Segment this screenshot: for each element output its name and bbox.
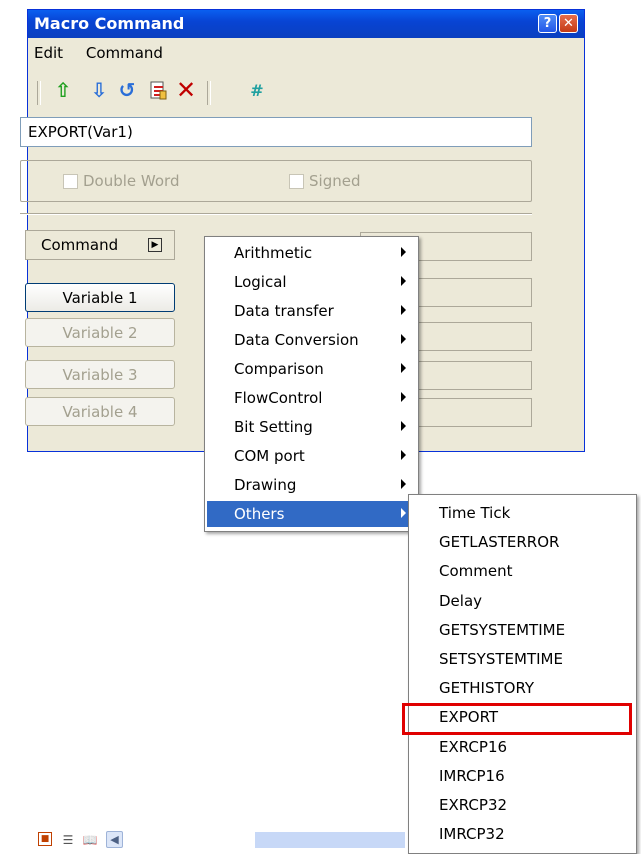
title-bar[interactable]: Macro Command ? ✕ <box>28 10 584 38</box>
window-title: Macro Command <box>34 14 185 33</box>
move-up-icon[interactable]: ⇧ <box>53 78 73 102</box>
submenu-item-label: SETSYSTEMTIME <box>439 650 563 668</box>
submenu-item-getsystemtime[interactable]: GETSYSTEMTIME <box>411 616 634 643</box>
triangle-right-icon: ▶ <box>151 240 159 250</box>
menu-item-label: Logical <box>234 273 287 291</box>
menu-item-bit-setting[interactable]: Bit Setting <box>207 414 416 440</box>
menu-item-label: Comparison <box>234 360 324 378</box>
export-highlight-box <box>402 703 632 735</box>
submenu-item-label: GETSYSTEMTIME <box>439 620 566 639</box>
others-submenu: Time Tick GETLASTERROR Comment Delay GETSYST… <box>408 494 637 854</box>
submenu-item-imrcp16[interactable]: IMRCP16 <box>411 762 634 789</box>
menu-item-label: Data transfer <box>234 302 334 320</box>
submenu-item-getlasterror[interactable]: GETLASTERROR <box>411 528 634 555</box>
submenu-arrow-icon <box>401 421 406 431</box>
undo-icon[interactable]: ↺ <box>117 78 137 102</box>
help-button[interactable]: ? <box>538 14 557 33</box>
menu-item-label: Bit Setting <box>234 418 313 436</box>
checkbox-box <box>289 173 304 189</box>
close-button[interactable]: ✕ <box>559 14 578 33</box>
submenu-arrow-icon <box>401 392 406 402</box>
submenu-item-label: GETHISTORY <box>439 679 535 698</box>
signed-checkbox[interactable]: Signed <box>289 172 360 190</box>
command-input[interactable]: EXPORT(Var1) <box>20 117 532 147</box>
submenu-item-label: EXRCP16 <box>439 737 508 756</box>
submenu-item-label: Time Tick <box>439 504 511 522</box>
menu-command[interactable]: Command <box>86 44 163 62</box>
submenu-arrow-icon <box>401 479 406 489</box>
toolbar-grip <box>37 81 41 105</box>
menu-item-logical[interactable]: Logical <box>207 269 416 295</box>
submenu-item-comment[interactable]: Comment <box>411 557 634 584</box>
menu-edit[interactable]: Edit <box>34 44 63 62</box>
command-category-menu: Arithmetic Logical Data transfer Data Conve… <box>204 236 419 532</box>
menu-item-data-transfer[interactable]: Data transfer <box>207 298 416 324</box>
submenu-item-gethistory[interactable]: GETHISTORY <box>411 674 634 701</box>
menu-item-label: Arithmetic <box>234 244 313 262</box>
menu-item-flowcontrol[interactable]: FlowControl <box>207 385 416 411</box>
submenu-item-label: IMRCP16 <box>439 766 505 785</box>
variable-4-button[interactable]: Variable 4 <box>25 397 175 426</box>
menu-item-label: Others <box>234 505 285 523</box>
variable-3-button[interactable]: Variable 3 <box>25 360 175 389</box>
menu-item-arithmetic[interactable]: Arithmetic <box>207 240 416 266</box>
menu-item-others[interactable]: Others <box>207 501 416 527</box>
submenu-item-exrcp16[interactable]: EXRCP16 <box>411 733 634 760</box>
submenu-item-imrcp32[interactable]: IMRCP32 <box>411 820 634 847</box>
move-down-icon[interactable]: ⇩ <box>89 78 109 102</box>
submenu-arrow-icon <box>401 363 406 373</box>
command-selector[interactable]: Command ▶ <box>25 230 175 260</box>
menu-item-comparison[interactable]: Comparison <box>207 356 416 382</box>
submenu-item-label: EXRCP32 <box>439 796 508 814</box>
menu-bar: Edit Command <box>34 44 181 62</box>
submenu-arrow-icon <box>401 508 406 518</box>
signed-label: Signed <box>309 172 361 190</box>
variable-1-button[interactable]: Variable 1 <box>25 283 175 312</box>
checkbox-box <box>63 173 78 189</box>
command-label: Command <box>41 236 119 254</box>
book-icon[interactable]: 📖 <box>82 832 98 848</box>
menu-item-data-conversion[interactable]: Data Conversion <box>207 327 416 353</box>
submenu-item-label: GETLASTERROR <box>439 533 560 552</box>
double-word-checkbox[interactable]: Double Word <box>63 172 179 190</box>
submenu-item-delay[interactable]: Delay <box>411 587 634 614</box>
menu-item-label: COM port <box>234 447 305 465</box>
menu-item-label: Data Conversion <box>234 331 359 349</box>
submenu-arrow-icon <box>401 450 406 460</box>
submenu-item-exrcp32[interactable]: EXRCP32 <box>411 791 634 818</box>
menu-item-com-port[interactable]: COM port <box>207 443 416 469</box>
submenu-arrow-icon <box>401 247 406 257</box>
help-icon: ? <box>543 16 552 31</box>
view-icon[interactable]: ■ <box>38 832 52 846</box>
submenu-item-label: Delay <box>439 591 483 610</box>
scroll-left-button[interactable]: ◀ <box>106 831 123 848</box>
submenu-arrow-icon <box>401 305 406 315</box>
variable-2-button[interactable]: Variable 2 <box>25 318 175 347</box>
double-word-label: Double Word <box>83 172 180 190</box>
close-icon: ✕ <box>563 16 574 31</box>
delete-icon[interactable]: ✕ <box>176 76 196 104</box>
menu-item-drawing[interactable]: Drawing <box>207 472 416 498</box>
scrollbar-track[interactable] <box>255 832 405 848</box>
hash-icon[interactable]: # <box>247 79 267 101</box>
menu-item-label: FlowControl <box>234 389 323 407</box>
toolbar-separator <box>207 81 211 105</box>
menu-item-label: Drawing <box>234 476 297 494</box>
submenu-item-setsystemtime[interactable]: SETSYSTEMTIME <box>411 645 634 672</box>
submenu-arrow-icon <box>401 276 406 286</box>
chevron-left-icon: ◀ <box>110 833 119 846</box>
submenu-item-time-tick[interactable]: Time Tick <box>411 499 634 526</box>
submenu-item-label: IMRCP32 <box>439 825 505 844</box>
submenu-item-label: Comment <box>439 562 513 581</box>
list-icon[interactable]: ☰ <box>60 832 76 848</box>
options-group: Double Word Signed <box>20 160 532 202</box>
paste-icon[interactable] <box>148 79 168 101</box>
separator-line <box>20 213 532 215</box>
submenu-arrow-icon <box>401 334 406 344</box>
command-arrow-button[interactable]: ▶ <box>148 238 162 252</box>
